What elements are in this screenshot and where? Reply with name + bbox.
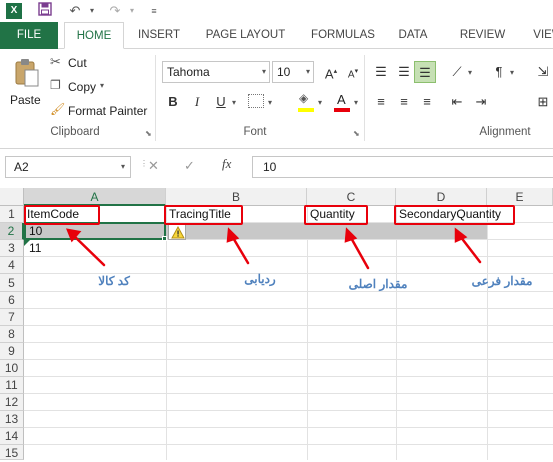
- arrow-to-secondaryquantity: [458, 234, 482, 264]
- label-secondary-quantity: مقدار فرعی: [471, 274, 533, 288]
- label-item-code: کد کالا: [98, 274, 130, 288]
- label-tracing: ردیابی: [244, 272, 276, 286]
- arrow-head: [344, 227, 358, 243]
- arrow-to-itemcode: [70, 232, 106, 267]
- arrow-to-quantity: [348, 234, 370, 270]
- arrow-head: [226, 227, 240, 243]
- annotation-arrows: [66, 227, 482, 270]
- label-quantity: مقدار اصلی: [348, 277, 408, 291]
